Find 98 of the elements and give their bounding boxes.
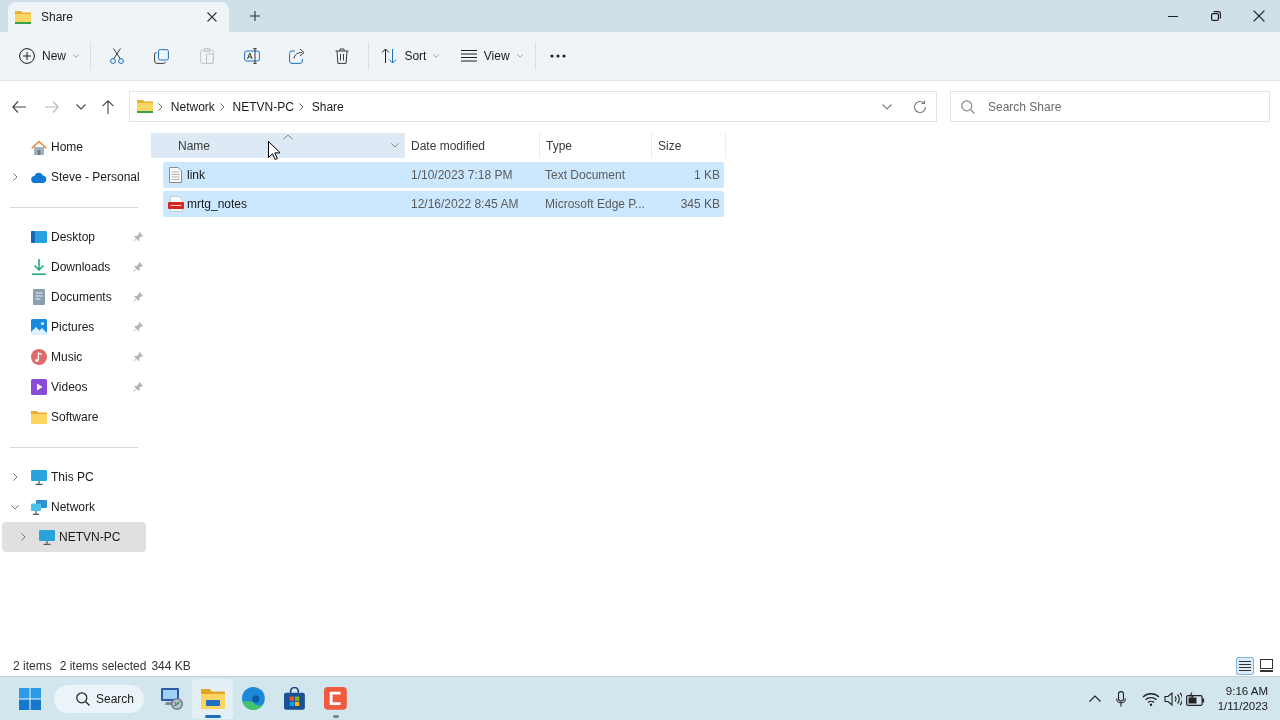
sidebar-item[interactable]: Desktop — [2, 222, 146, 252]
sidebar-item[interactable]: Videos — [2, 372, 146, 402]
document-icon — [33, 289, 45, 305]
caret-icon — [516, 54, 523, 58]
swirl-icon — [242, 687, 265, 710]
address-bar[interactable]: Network NETVN-PC Share — [129, 91, 937, 122]
restore-icon — [1210, 11, 1221, 21]
sidebar-item[interactable]: Documents — [2, 282, 146, 312]
breadcrumb-item[interactable]: NETVN-PC — [232, 94, 294, 119]
pdf-file-icon — [167, 196, 184, 212]
house-icon — [31, 139, 47, 155]
sidebar-item[interactable]: Downloads — [2, 252, 146, 282]
cloud-icon — [31, 171, 47, 183]
text-file-icon — [169, 167, 182, 183]
sidebar-item[interactable]: NETVN-PC — [2, 522, 146, 552]
sidebar-item[interactable]: Software — [2, 402, 146, 432]
chevron-right-icon — [298, 102, 304, 111]
column-header[interactable]: Type — [540, 133, 652, 158]
list-icon — [1239, 660, 1251, 671]
column-header[interactable]: Date modified — [405, 133, 540, 158]
window-tab[interactable]: Share — [8, 2, 229, 32]
sidebar-item[interactable]: Pictures — [2, 312, 146, 342]
chevron-up-icon[interactable] — [1088, 695, 1101, 702]
clock-button[interactable]: 9:16 AM 1/11/2023 — [1214, 681, 1271, 716]
network-icon — [31, 499, 47, 515]
file-row[interactable]: mrtg_notes 12/16/2022 8:45 AM Microsoft Edge P... 345 KB — [163, 191, 724, 217]
sidebar-item[interactable]: Home — [2, 132, 146, 162]
bracket-tile-icon — [324, 687, 347, 710]
sort-button[interactable]: Sort — [372, 40, 448, 72]
desktop-icon — [31, 231, 47, 243]
file-size-text: 1 KB — [694, 168, 720, 182]
date-modified-text: 1/10/2023 7:18 PM — [411, 168, 513, 182]
close-icon — [207, 12, 217, 22]
sort-ascending-icon — [283, 134, 293, 140]
plus-circle-icon — [19, 48, 35, 64]
taskbar-app-button[interactable] — [192, 678, 233, 719]
ellipsis-icon — [550, 54, 566, 58]
picture-icon — [31, 319, 47, 335]
column-header[interactable]: Size — [652, 133, 726, 158]
download-icon — [32, 259, 46, 275]
chevron-right-icon — [219, 102, 225, 111]
folder-icon — [137, 100, 153, 113]
item-count: 2 items — [13, 658, 52, 673]
chevron-right-icon — [158, 102, 163, 111]
search-icon — [76, 691, 90, 706]
folder-icon — [200, 688, 225, 709]
monitor-icon — [39, 529, 55, 545]
volume-icon[interactable] — [1163, 691, 1182, 706]
sidebar-item[interactable]: Network — [2, 492, 146, 522]
plus-icon — [250, 11, 260, 21]
sidebar-item[interactable]: This PC — [2, 462, 146, 492]
battery-icon[interactable] — [1185, 691, 1206, 706]
minimize-icon — [1167, 15, 1178, 17]
search-field[interactable]: Search Share — [950, 91, 1270, 122]
search-icon — [961, 100, 975, 114]
date-modified-text: 12/16/2022 8:45 AM — [411, 197, 519, 211]
video-icon — [31, 379, 47, 395]
taskbar-search-button[interactable]: Search — [54, 684, 144, 713]
music-note-icon — [31, 349, 47, 365]
sort-arrows-icon — [381, 48, 398, 64]
selection-size: 344 KB — [151, 658, 191, 673]
new-button[interactable]: New — [12, 40, 87, 72]
file-type-text: Microsoft Edge P... — [545, 197, 645, 211]
monitor-globe-icon — [159, 686, 184, 711]
wifi-icon[interactable] — [1141, 691, 1160, 706]
sidebar-item[interactable]: Music — [2, 342, 146, 372]
folder-icon — [31, 410, 47, 424]
monitor-icon — [31, 469, 47, 485]
folder-icon — [15, 10, 31, 24]
chevron-right-icon[interactable] — [12, 473, 18, 481]
column-header[interactable]: Name — [151, 133, 405, 158]
mouse-pointer-icon — [268, 141, 280, 160]
lines-icon — [460, 50, 477, 62]
chevron-down-icon[interactable] — [391, 143, 399, 148]
file-size-text: 345 KB — [680, 197, 720, 211]
file-name: link — [187, 168, 205, 182]
large-icons-view-button[interactable] — [1257, 656, 1275, 675]
caret-icon — [433, 54, 440, 58]
chevron-down-icon[interactable] — [11, 504, 19, 510]
windows-logo-icon — [19, 687, 41, 710]
breadcrumb-item[interactable]: Share — [311, 94, 344, 119]
selection-count: 2 items selected — [59, 658, 147, 673]
close-icon — [1252, 10, 1265, 22]
view-button[interactable]: View — [452, 40, 531, 72]
chevron-right-icon[interactable] — [20, 533, 26, 541]
chevron-down-icon — [882, 103, 892, 110]
details-view-button[interactable] — [1236, 656, 1254, 675]
shopping-bag-icon — [284, 687, 305, 710]
refresh-icon — [913, 99, 927, 114]
file-row[interactable]: link 1/10/2023 7:18 PM Text Document 1 KB — [163, 162, 724, 188]
caret-icon — [73, 54, 80, 58]
sidebar-item[interactable]: Steve - Personal — [2, 162, 146, 192]
breadcrumb-item[interactable]: Network — [170, 94, 215, 119]
microphone-icon[interactable] — [1115, 690, 1126, 707]
square-icon — [1259, 659, 1273, 672]
chevron-right-icon[interactable] — [12, 173, 18, 181]
file-type-text: Text Document — [545, 168, 626, 182]
file-name: mrtg_notes — [187, 197, 248, 211]
